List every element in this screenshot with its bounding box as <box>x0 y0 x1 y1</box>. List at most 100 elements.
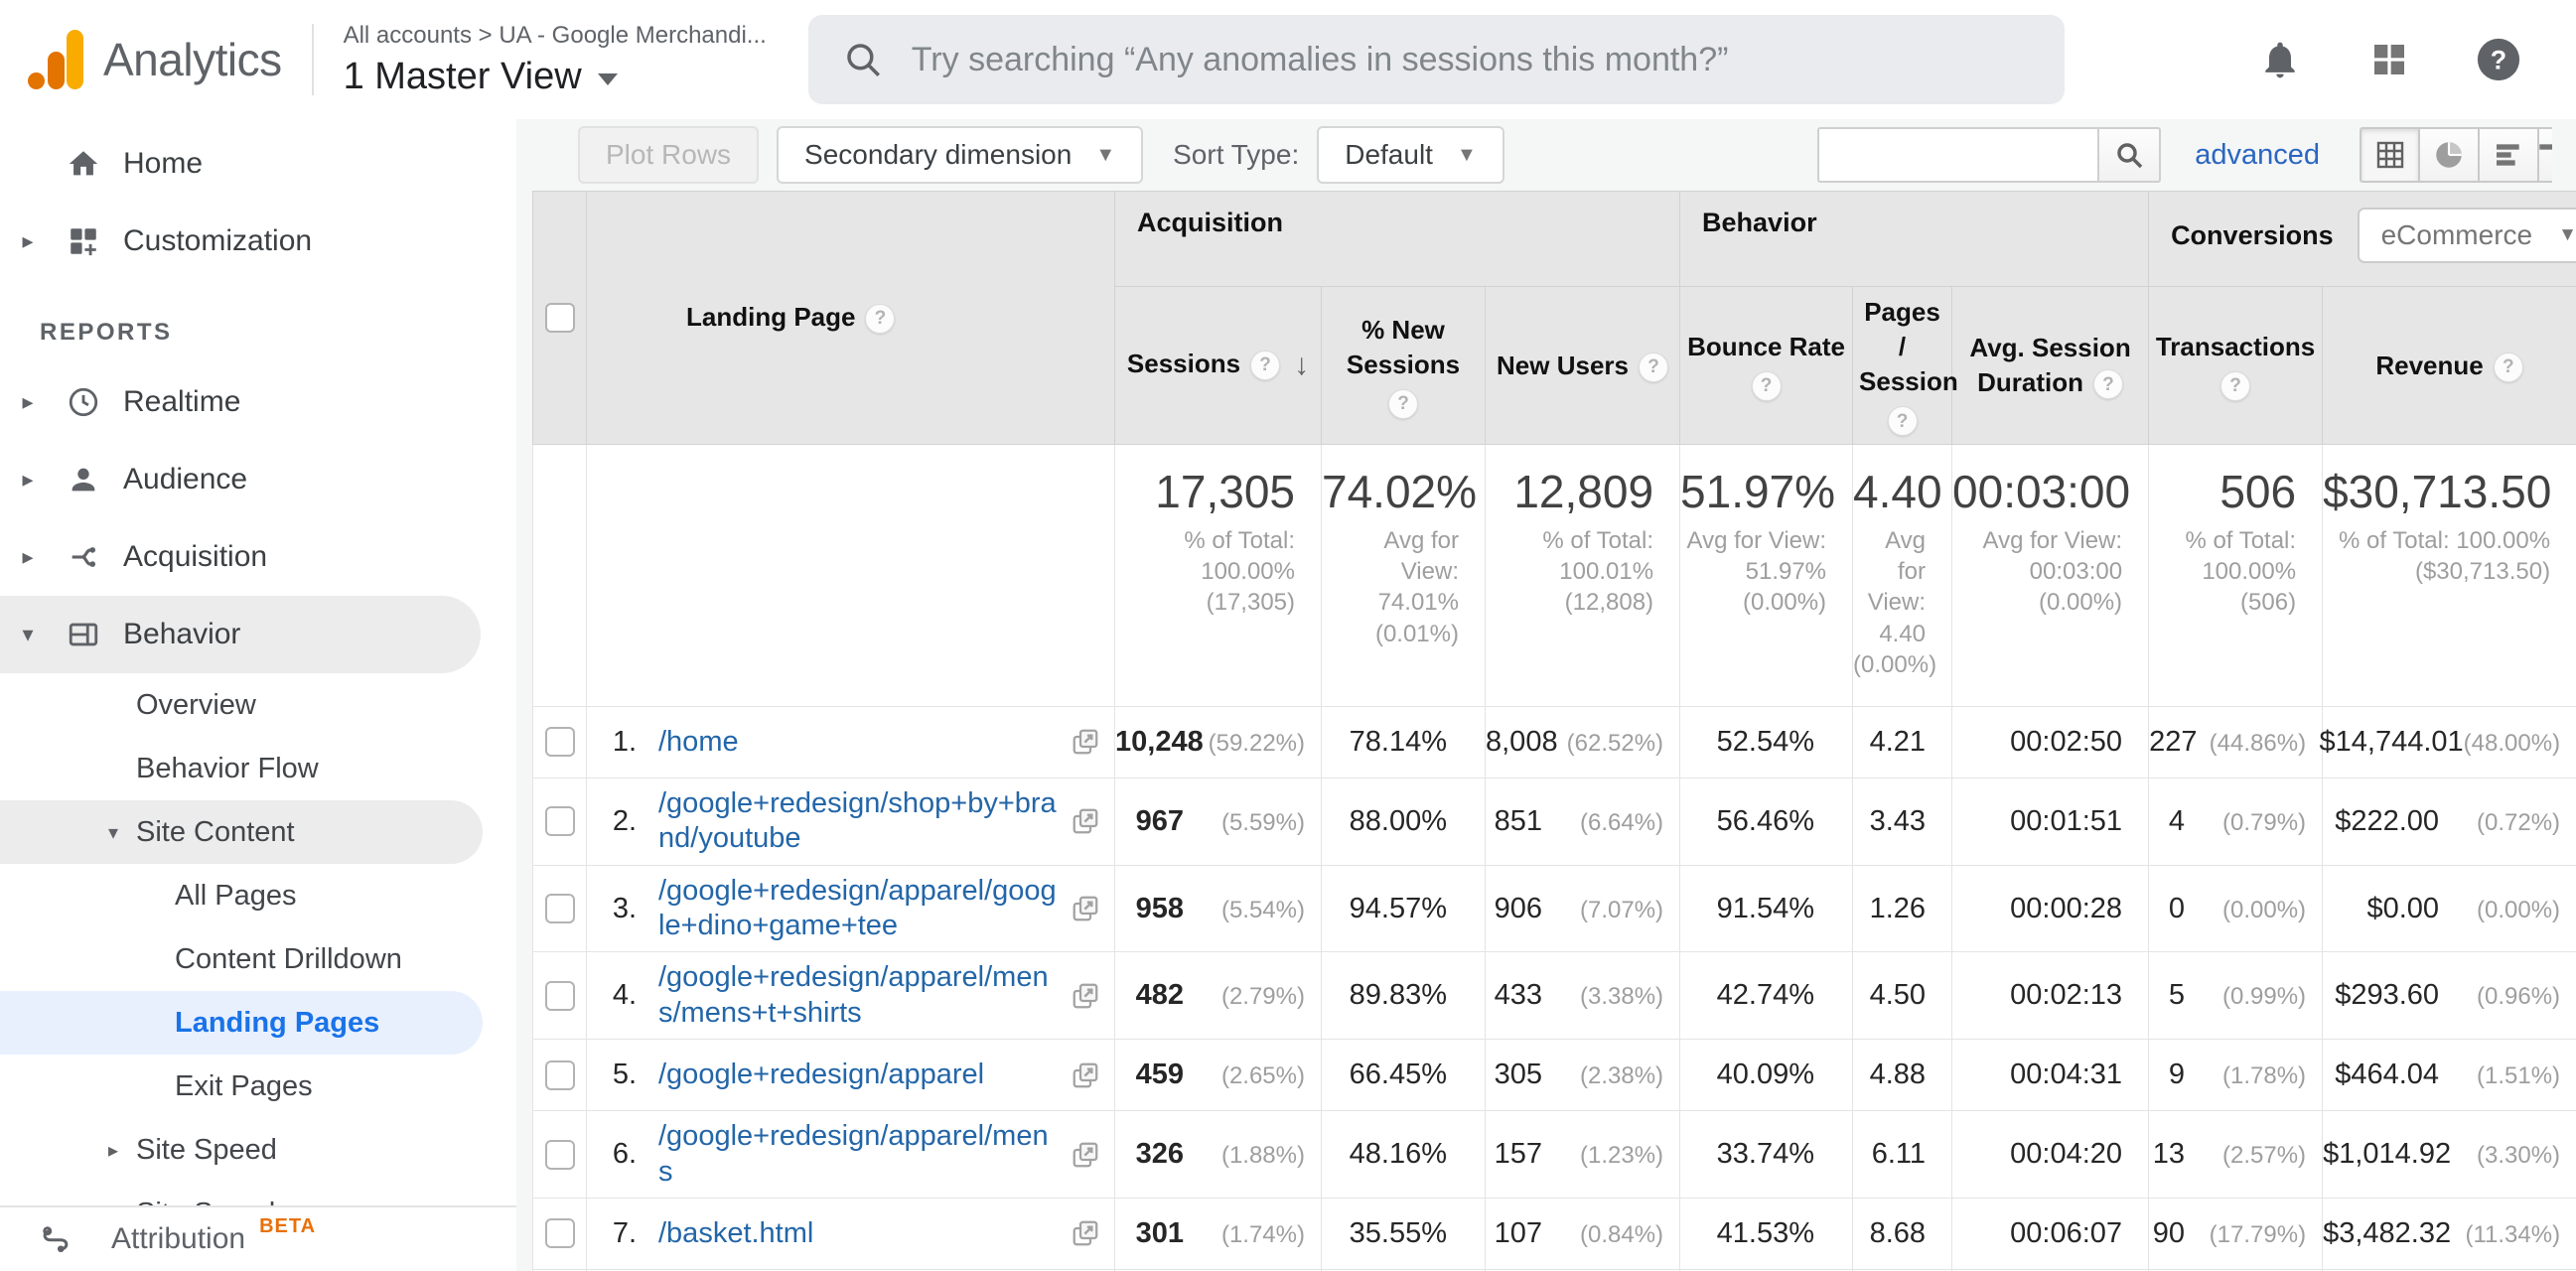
column-header-avg-session-duration[interactable]: Avg. Session Duration? <box>1951 285 2150 446</box>
sort-type-dropdown[interactable]: Default ▼ <box>1317 126 1504 184</box>
open-in-new-window-icon[interactable] <box>1071 1060 1100 1090</box>
dropdown-arrow-icon: ▼ <box>2558 224 2576 245</box>
help-circle-icon[interactable]: ? <box>865 304 896 335</box>
analytics-logo[interactable]: Analytics <box>28 30 282 89</box>
column-header-new-sessions[interactable]: % New Sessions? <box>1321 285 1486 446</box>
new-users-cell: 8,008 (62.52%) <box>1484 705 1681 778</box>
column-header-bounce-rate[interactable]: Bounce Rate? <box>1679 285 1854 446</box>
secondary-dimension-button[interactable]: Secondary dimension ▼ <box>777 126 1144 184</box>
help-circle-icon[interactable]: ? <box>2493 352 2523 382</box>
open-in-new-window-icon[interactable] <box>1071 806 1100 836</box>
column-header-new-users[interactable]: New Users? <box>1484 285 1681 446</box>
row-checkbox[interactable] <box>544 1059 575 1090</box>
row-checkbox[interactable] <box>544 1218 575 1249</box>
global-search[interactable] <box>807 15 2065 104</box>
apps-button[interactable] <box>2365 36 2413 83</box>
sidebar-item-behavior-flow[interactable]: Behavior Flow <box>0 737 516 800</box>
sidebar-item-landing-pages[interactable]: Landing Pages <box>0 991 483 1055</box>
sidebar-item-site-search[interactable]: ▸ Site Search <box>0 1182 516 1206</box>
table-filter-input[interactable] <box>1817 127 2098 183</box>
sessions-cell: 482 (2.79%) <box>1114 951 1322 1041</box>
sidebar-item-content-drilldown[interactable]: Content Drilldown <box>0 927 516 991</box>
search-icon <box>2113 139 2145 171</box>
column-header-transactions[interactable]: Transactions? <box>2148 285 2324 446</box>
view-selector[interactable]: 1 Master View <box>344 56 767 98</box>
help-circle-icon[interactable]: ? <box>1388 388 1418 419</box>
bounce-rate-cell: 42.74% <box>1679 951 1854 1041</box>
view-toggle-performance[interactable] <box>2479 127 2538 183</box>
landing-page-link[interactable]: /basket.html <box>658 1216 1061 1251</box>
help-circle-icon[interactable]: ? <box>1639 352 1668 382</box>
help-circle-icon[interactable]: ? <box>1751 371 1782 402</box>
new-users-cell: 433 (3.38%) <box>1484 951 1681 1041</box>
open-in-new-window-icon[interactable] <box>1071 727 1100 757</box>
row-checkbox-cell <box>532 1110 587 1199</box>
sidebar-item-behavior[interactable]: ▾ Behavior <box>0 596 481 673</box>
sidebar-item-overview[interactable]: Overview <box>0 673 516 737</box>
sidebar-item-attribution[interactable]: Attribution BETA <box>0 1205 516 1271</box>
help-circle-icon[interactable]: ? <box>2092 369 2123 400</box>
table-row: 5. /google+redesign/apparel 459 (2.65%) 6… <box>532 1039 2576 1112</box>
landing-page-cell: 6. /google+redesign/apparel/mens <box>586 1110 1115 1199</box>
help-circle-icon[interactable]: ? <box>1250 351 1281 381</box>
totals-checkbox-cell <box>532 444 587 707</box>
help-circle-icon[interactable]: ? <box>1887 406 1918 437</box>
sidebar-item-acquisition[interactable]: ▸ Acquisition <box>0 518 516 596</box>
column-header-revenue[interactable]: Revenue? <box>2322 285 2576 446</box>
sidebar-item-site-content[interactable]: ▾ Site Content <box>0 800 483 864</box>
landing-page-link[interactable]: /home <box>658 725 1061 760</box>
table-filter-search-button[interactable] <box>2097 127 2162 183</box>
sidebar-item-customization[interactable]: ▸ Customization <box>0 203 516 280</box>
select-all-checkbox[interactable] <box>544 303 575 334</box>
sidebar-item-exit-pages[interactable]: Exit Pages <box>0 1055 516 1118</box>
column-header-pages-session[interactable]: Pages / Session? <box>1852 285 1958 446</box>
open-in-new-window-icon[interactable] <box>1071 981 1100 1011</box>
row-checkbox[interactable] <box>544 1139 575 1170</box>
row-checkbox[interactable] <box>544 806 575 837</box>
dropdown-arrow-icon: ▼ <box>1456 143 1477 166</box>
pages-session-cell: 3.43 <box>1852 777 1953 866</box>
notifications-button[interactable] <box>2256 36 2304 83</box>
analytics-logo-icon <box>28 30 85 89</box>
revenue-cell: $293.60 (0.96%) <box>2322 951 2576 1041</box>
sidebar-item-realtime[interactable]: ▸ Realtime <box>0 363 516 441</box>
sidebar-item-site-speed[interactable]: ▸ Site Speed <box>0 1118 516 1182</box>
group-header-acquisition: Acquisition <box>1113 191 1681 287</box>
row-checkbox[interactable] <box>544 980 575 1011</box>
row-checkbox[interactable] <box>544 727 575 758</box>
new-sessions-cell: 78.14% <box>1321 705 1486 778</box>
view-toggle-comparison-partial[interactable] <box>2538 127 2552 183</box>
help-circle-icon[interactable]: ? <box>2220 371 2251 402</box>
expand-right-icon: ▸ <box>22 467 34 492</box>
view-toggle-percentage[interactable] <box>2419 127 2479 183</box>
open-in-new-window-icon[interactable] <box>1071 894 1100 923</box>
open-in-new-window-icon[interactable] <box>1071 1218 1100 1248</box>
sidebar-item-all-pages[interactable]: All Pages <box>0 864 516 927</box>
breadcrumb[interactable]: All accounts > UA - Google Merchandi... <box>344 22 767 50</box>
new-sessions-cell: 89.83% <box>1321 951 1486 1041</box>
column-header-landing-page[interactable]: Landing Page? <box>586 190 1115 446</box>
advanced-filter-link[interactable]: advanced <box>2195 139 2320 172</box>
pages-session-cell: 4.21 <box>1852 705 1953 778</box>
table-row: 3. /google+redesign/apparel/google+dino+… <box>532 864 2576 953</box>
sidebar-item-audience[interactable]: ▸ Audience <box>0 441 516 518</box>
row-number: 1. <box>612 725 637 758</box>
row-checkbox-cell <box>532 705 587 778</box>
landing-page-link[interactable]: /google+redesign/shop+by+brand/youtube <box>658 786 1061 857</box>
column-header-sessions[interactable]: Sessions? ↓ <box>1114 285 1322 446</box>
clock-icon <box>56 385 111 419</box>
transactions-cell: 227 (44.86%) <box>2148 705 2324 778</box>
landing-page-link[interactable]: /google+redesign/apparel/google+dino+gam… <box>658 874 1061 944</box>
global-search-input[interactable] <box>911 40 2031 79</box>
revenue-cell: $0.00 (0.00%) <box>2322 864 2576 953</box>
conversions-goal-dropdown[interactable]: eCommerce ▼ <box>2357 208 2576 263</box>
plot-rows-button[interactable]: Plot Rows <box>578 126 760 184</box>
sidebar-item-home[interactable]: Home <box>0 125 516 203</box>
view-toggle-table[interactable] <box>2360 127 2419 183</box>
open-in-new-window-icon[interactable] <box>1071 1140 1100 1170</box>
landing-page-link[interactable]: /google+redesign/apparel/mens <box>658 1119 1061 1190</box>
landing-page-link[interactable]: /google+redesign/apparel <box>658 1058 1061 1092</box>
row-checkbox[interactable] <box>544 894 575 924</box>
landing-page-link[interactable]: /google+redesign/apparel/mens/mens+t+shi… <box>658 960 1061 1031</box>
help-button[interactable]: ? <box>2475 36 2522 83</box>
